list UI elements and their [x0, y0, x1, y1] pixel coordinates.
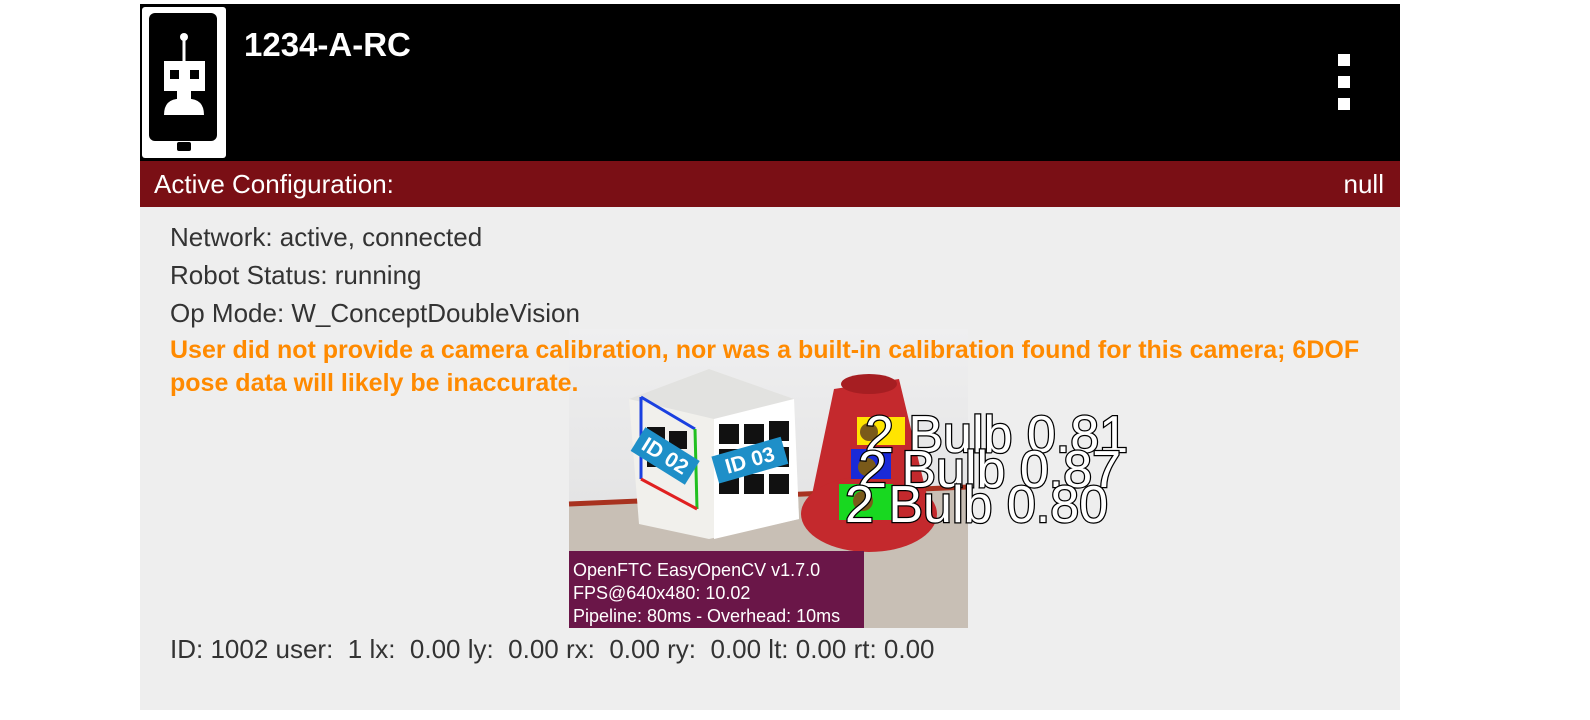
easyopencv-version: OpenFTC EasyOpenCV v1.7.0: [573, 560, 821, 580]
network-status: Network: active, connected: [170, 222, 483, 252]
app-header: 1234-A-RC: [140, 4, 1400, 161]
robot-status: Robot Status: running: [170, 260, 422, 290]
app-title: 1234-A-RC: [244, 26, 411, 63]
pipeline-info-overlay: OpenFTC EasyOpenCV v1.7.0 FPS@640x480: 1…: [569, 551, 864, 628]
driver-station-app: 1234-A-RC Active Configuration: null Net…: [140, 4, 1400, 710]
robot-phone-icon: [142, 7, 226, 158]
calibration-warning: User did not provide a camera calibratio…: [170, 336, 1360, 397]
config-label: Active Configuration:: [154, 169, 394, 199]
op-mode-status: Op Mode: W_ConceptDoubleVision: [170, 298, 580, 328]
gamepad-telemetry: ID: 1002 user: 1 lx: 0.00 ly: 0.00 rx: 0…: [170, 634, 935, 664]
fps-readout: FPS@640x480: 10.02: [573, 583, 751, 603]
config-value: null: [1343, 169, 1384, 199]
pipeline-timing: Pipeline: 80ms - Overhead: 10ms: [573, 606, 841, 626]
more-vert-icon[interactable]: [1332, 52, 1356, 114]
detection-label-3: 2 Bulb 0.80: [845, 476, 1108, 534]
active-configuration-bar: Active Configuration: null: [140, 161, 1400, 207]
